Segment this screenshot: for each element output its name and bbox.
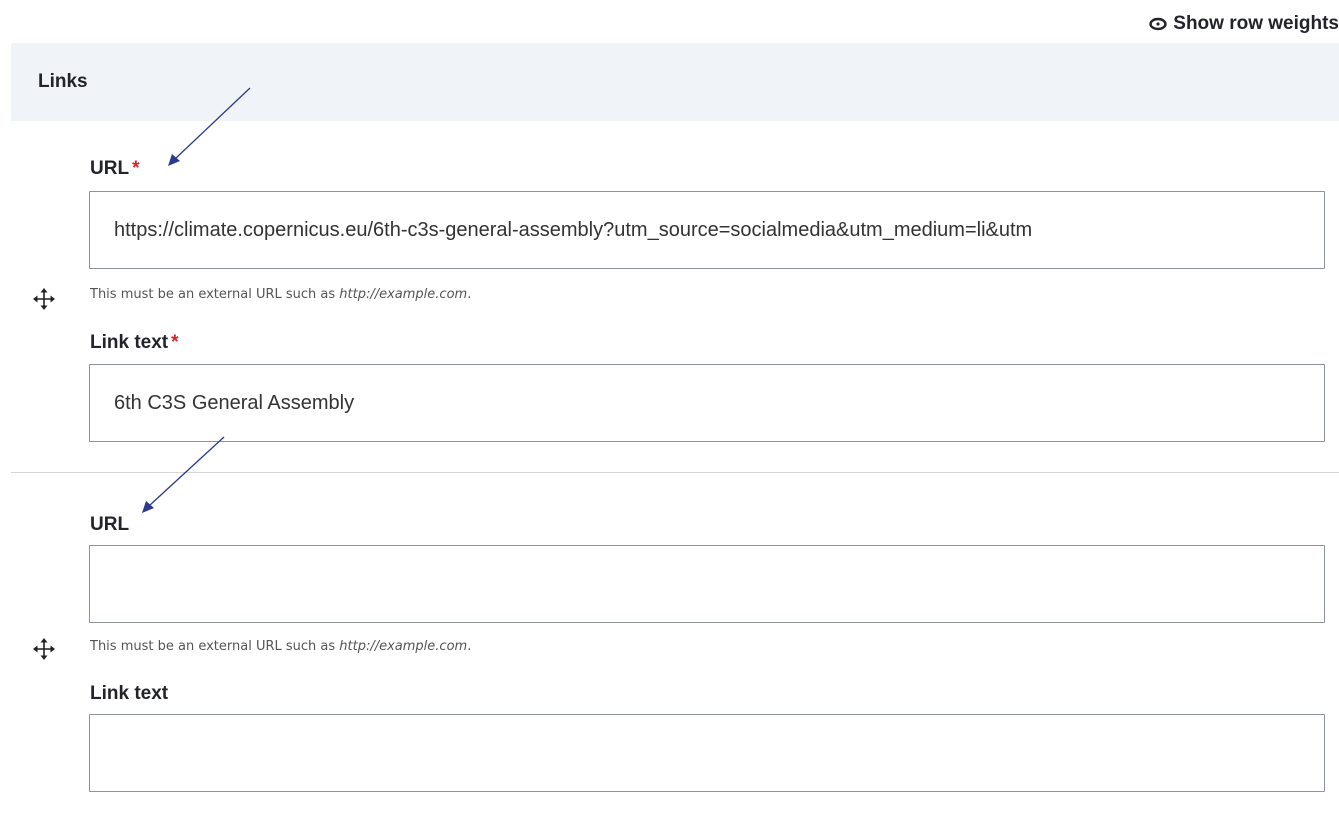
url-description-text: This must be an external URL such as	[90, 287, 340, 302]
url-description-suffix: .	[467, 287, 472, 302]
table-header-label: Links	[38, 71, 88, 92]
page: Show row weights Links URL* This must be…	[0, 0, 1339, 820]
url-description: This must be an external URL such as htt…	[90, 639, 471, 654]
row-divider	[11, 472, 1339, 473]
annotation-arrow	[142, 436, 225, 513]
link-text-input[interactable]	[89, 364, 1325, 442]
url-description-text: This must be an external URL such as	[90, 639, 340, 654]
link-text-label-text: Link text	[90, 332, 169, 353]
url-label-text: URL	[90, 158, 130, 179]
show-row-weights-button[interactable]: Show row weights	[1149, 13, 1339, 35]
move-arrows-icon[interactable]	[33, 288, 55, 310]
show-row-weights-label: Show row weights	[1173, 13, 1339, 34]
table-header: Links	[11, 43, 1339, 121]
url-label: URL	[90, 514, 129, 536]
url-description: This must be an external URL such as htt…	[90, 287, 471, 302]
eye-icon	[1149, 17, 1167, 31]
url-description-example: http://example.com	[339, 639, 468, 654]
required-marker: *	[171, 332, 179, 353]
url-input[interactable]	[89, 545, 1325, 623]
url-label: URL *	[90, 158, 139, 180]
url-description-suffix: .	[467, 639, 472, 654]
url-input[interactable]	[89, 191, 1325, 269]
link-text-label: Link text	[90, 683, 168, 705]
link-text-label: Link text *	[90, 332, 179, 354]
url-label-text: URL	[90, 514, 130, 535]
link-text-input[interactable]	[89, 714, 1325, 792]
url-description-example: http://example.com	[339, 287, 468, 302]
required-marker: *	[132, 158, 140, 179]
move-arrows-icon[interactable]	[33, 638, 55, 660]
link-text-label-text: Link text	[90, 683, 169, 704]
